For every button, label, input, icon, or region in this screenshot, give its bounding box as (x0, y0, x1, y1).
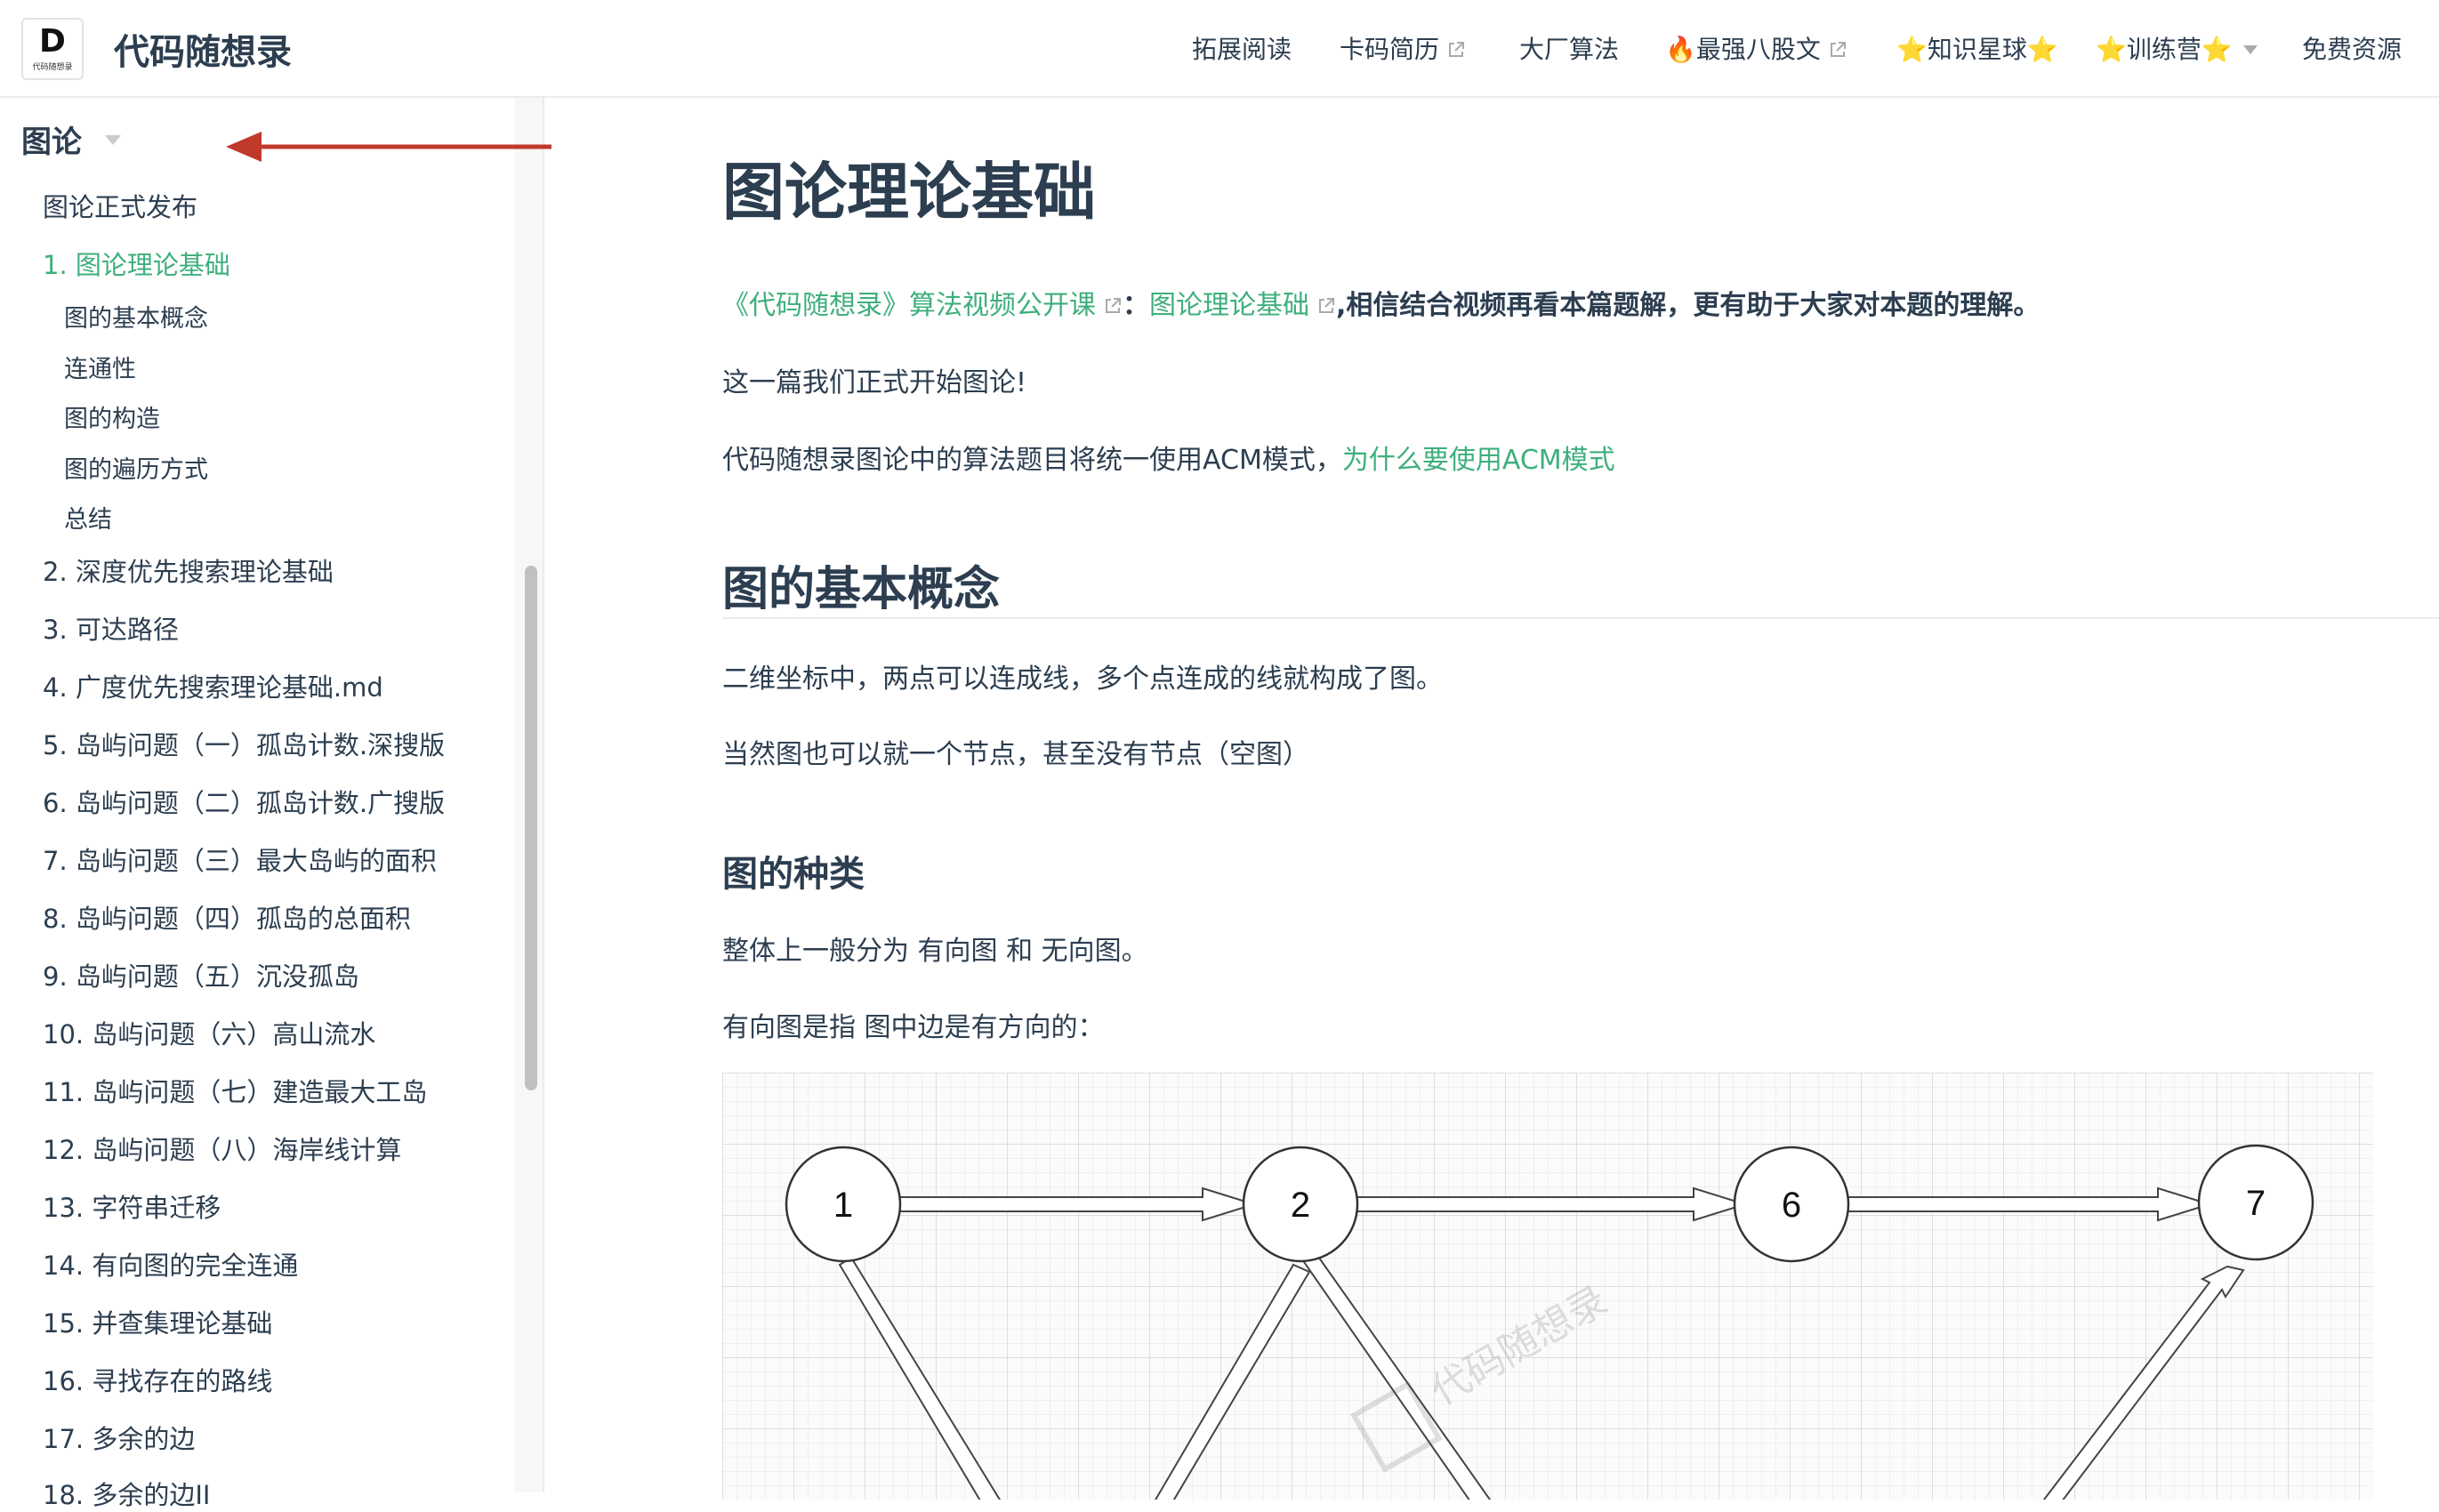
page-title: 图论理论基础 (722, 156, 1096, 229)
sidebar-item[interactable]: 6. 岛屿问题（二）孤岛计数.广搜版 (43, 783, 445, 820)
main-content: 图论理论基础 《代码随想录》算法视频公开课 ：图论理论基础 ,相信结合视频再看本篇题… (544, 98, 2439, 1512)
sidebar-group-title[interactable]: 图论 (21, 117, 82, 161)
node-6: 6 (1733, 1146, 1850, 1263)
nav-link-label: ⭐知识星球⭐ (1896, 35, 2058, 64)
sidebar-subitem[interactable]: 总结 (64, 500, 112, 535)
node-1: 1 (785, 1146, 902, 1263)
node-2: 2 (1242, 1146, 1359, 1263)
video-tail-text: ,相信结合视频再看本篇题解，更有助于大家对本题的理解。 (1336, 290, 2041, 321)
acm-link[interactable]: 为什么要使用ACM模式 (1342, 445, 1615, 476)
sidebar-subitem[interactable]: 图的构造 (64, 399, 160, 434)
sidebar-item[interactable]: 2. 深度优先搜索理论基础 (43, 551, 334, 589)
sidebar-item[interactable]: 11. 岛屿问题（七）建造最大工岛 (43, 1072, 427, 1109)
sidebar-item[interactable]: 17. 多余的边 (43, 1419, 195, 1456)
nav-link-label: 拓展阅读 (1192, 35, 1292, 64)
subsection-heading: 图的种类 (722, 854, 865, 895)
sidebar-scrollbar-thumb[interactable] (525, 566, 537, 1090)
node-7: 7 (2197, 1144, 2314, 1261)
paragraph: 有向图是指 图中边是有方向的： (722, 1012, 1105, 1043)
sidebar-subitem[interactable]: 图的基本概念 (64, 299, 208, 334)
sidebar-subitem[interactable]: 图的遍历方式 (64, 450, 208, 485)
nav-link-label: ⭐训练营⭐ (2096, 35, 2233, 64)
nav-link-label: 🔥最强八股文 (1665, 35, 1821, 64)
nav-link-free-resources[interactable]: 免费资源 (2302, 30, 2402, 66)
sidebar-item[interactable]: 4. 广度优先搜索理论基础.md (43, 667, 383, 704)
nav-link-resume[interactable]: 卡码简历 (1340, 30, 1466, 66)
nav-link-interview-notes[interactable]: 🔥最强八股文 (1665, 30, 1847, 66)
external-link-icon (1319, 298, 1334, 313)
acm-paragraph: 代码随想录图论中的算法题目将统一使用ACM模式，为什么要使用ACM模式 (722, 438, 1615, 477)
site-name[interactable]: 代码随想录 (114, 23, 292, 75)
nav-link-knowledge-planet[interactable]: ⭐知识星球⭐ (1896, 30, 2058, 66)
sidebar-item-active[interactable]: 1. 图论理论基础 (43, 245, 230, 282)
sidebar-item[interactable]: 图论正式发布 (43, 187, 197, 224)
sidebar-item[interactable]: 10. 岛屿问题（六）高山流水 (43, 1014, 375, 1051)
paragraph: 整体上一般分为 有向图 和 无向图。 (722, 936, 1148, 967)
external-link-icon (1106, 298, 1121, 313)
video-course-link[interactable]: 《代码随想录》算法视频公开课 (722, 290, 1123, 321)
video-paragraph: 《代码随想录》算法视频公开课 ：图论理论基础 ,相信结合视频再看本篇题解，更有助于大… (722, 283, 2040, 322)
intro-paragraph: 这一篇我们正式开始图论! (722, 367, 1027, 398)
section-heading: 图的基本概念 (722, 563, 1001, 616)
sidebar-item[interactable]: 15. 并查集理论基础 (43, 1303, 272, 1340)
sidebar-item[interactable]: 3. 可达路径 (43, 609, 179, 647)
external-link-icon (1830, 42, 1846, 57)
sidebar-item[interactable]: 8. 岛屿问题（四）孤岛的总面积 (43, 898, 411, 936)
chevron-down-icon (2242, 45, 2258, 54)
nav-link-training-camp[interactable]: ⭐训练营⭐ (2096, 30, 2258, 66)
acm-text: 代码随想录图论中的算法题目将统一使用ACM模式， (722, 445, 1342, 476)
sidebar-item[interactable]: 9. 岛屿问题（五）沉没孤岛 (43, 956, 359, 993)
annotation-arrow (226, 132, 551, 162)
sidebar-item[interactable]: 12. 岛屿问题（八）海岸线计算 (43, 1130, 401, 1167)
nav-link-label: 卡码简历 (1340, 35, 1440, 64)
grid-lines (722, 1073, 2373, 1500)
node-label: 1 (833, 1186, 853, 1225)
nav-link-big-company-algo[interactable]: 大厂算法 (1519, 30, 1619, 66)
paragraph: 二维坐标中，两点可以连成线，多个点连成的线就构成了图。 (722, 664, 1443, 695)
link-text: 图论理论基础 (1149, 290, 1309, 321)
site-logo[interactable]: D 代码随想录 (21, 18, 84, 80)
logo-subtitle: 代码随想录 (32, 62, 73, 72)
sidebar-subitem[interactable]: 连通性 (64, 350, 136, 384)
node-label: 7 (2246, 1184, 2266, 1223)
link-text: 《代码随想录》算法视频公开课 (722, 290, 1096, 321)
nav-link-label: 大厂算法 (1519, 35, 1620, 64)
node-label: 2 (1291, 1186, 1310, 1225)
chevron-down-icon[interactable] (105, 135, 121, 145)
video-topic-link[interactable]: 图论理论基础 (1149, 290, 1336, 321)
directed-graph-svg: 1 2 6 7 代码随想录 (722, 1073, 2373, 1512)
section-divider (722, 617, 2439, 619)
nav-link-extended-reading[interactable]: 拓展阅读 (1192, 30, 1292, 66)
sidebar-item[interactable]: 14. 有向图的完全连通 (43, 1245, 298, 1283)
separator: ： (1123, 290, 1149, 321)
nav-link-label: 免费资源 (2302, 35, 2403, 64)
logo-letter: D (39, 22, 66, 60)
sidebar-item[interactable]: 16. 寻找存在的路线 (43, 1361, 272, 1398)
sidebar-item[interactable]: 13. 字符串迁移 (43, 1187, 221, 1225)
sidebar-item[interactable]: 7. 岛屿问题（三）最大岛屿的面积 (43, 840, 437, 878)
node-label: 6 (1782, 1186, 1801, 1225)
directed-graph-image: 1 2 6 7 代码随想录 (722, 1073, 2373, 1512)
external-link-icon (1449, 42, 1465, 57)
top-navbar: D 代码随想录 代码随想录 拓展阅读 卡码简历 大厂算法 🔥最强八股文 ⭐知识星… (0, 0, 2439, 98)
paragraph: 当然图也可以就一个节点，甚至没有节点（空图） (722, 739, 1309, 770)
sidebar-item[interactable]: 18. 多余的边II (43, 1475, 210, 1512)
sidebar: 图论 图论正式发布 1. 图论理论基础 图的基本概念 连通性 图的构造 图的遍历… (0, 98, 544, 1510)
sidebar-item[interactable]: 5. 岛屿问题（一）孤岛计数.深搜版 (43, 725, 445, 762)
